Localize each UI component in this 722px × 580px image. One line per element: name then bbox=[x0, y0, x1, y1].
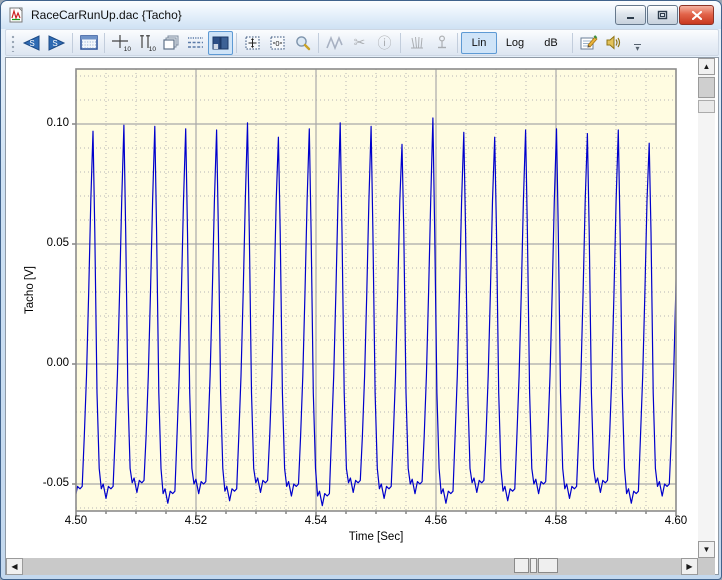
two-pane-icon bbox=[212, 36, 229, 50]
note-pen-icon bbox=[580, 35, 598, 51]
x-axis-title: Time [Sec] bbox=[76, 531, 676, 543]
scroll-right-icon: ▶ bbox=[686, 563, 692, 571]
app-document-icon bbox=[9, 7, 25, 23]
table-icon bbox=[80, 35, 98, 50]
toolbar: S S 10 bbox=[5, 29, 719, 56]
vertical-cursors-button[interactable]: 10 bbox=[133, 31, 158, 55]
single-display-button[interactable] bbox=[208, 31, 233, 55]
dashed-lines-icon bbox=[187, 36, 204, 49]
audio-replay-button[interactable] bbox=[601, 31, 626, 55]
scrollbar-corner bbox=[698, 558, 715, 575]
minimize-button[interactable] bbox=[615, 5, 646, 25]
zero-marquee-icon: 0 bbox=[269, 35, 286, 51]
toolbar-separator bbox=[572, 33, 573, 53]
prev-dataset-button[interactable]: S bbox=[19, 31, 44, 55]
data-grid-button[interactable] bbox=[76, 31, 101, 55]
x-tick-label: 4.56 bbox=[414, 515, 458, 527]
h-scroll-thumb[interactable] bbox=[514, 558, 558, 575]
lin-label: Lin bbox=[472, 37, 487, 49]
db-label: dB bbox=[544, 37, 557, 49]
arrow-right-s-icon: S bbox=[47, 35, 66, 51]
close-icon bbox=[692, 11, 702, 20]
log-scale-button[interactable]: Log bbox=[497, 32, 533, 54]
x-tick-label: 4.52 bbox=[174, 515, 218, 527]
x-tick-label: 4.58 bbox=[534, 515, 578, 527]
restore-icon bbox=[657, 10, 668, 20]
svg-text:S: S bbox=[29, 39, 34, 48]
overflow-chevron-icon: ▾ bbox=[635, 44, 639, 53]
cursor-badge: 10 bbox=[149, 47, 156, 53]
scroll-left-icon: ◀ bbox=[11, 563, 17, 571]
db-scale-button[interactable]: dB bbox=[533, 32, 569, 54]
horizontal-scrollbar[interactable]: ◀ ▶ bbox=[6, 558, 698, 575]
crosshair-cursor-button[interactable]: 10 bbox=[108, 31, 133, 55]
speaker-icon bbox=[605, 35, 622, 50]
svg-text:S: S bbox=[52, 39, 57, 48]
scissors-icon: ✂ bbox=[354, 34, 366, 51]
toolbar-separator bbox=[400, 33, 401, 53]
info-button[interactable]: ⓘ bbox=[372, 31, 397, 55]
scroll-right-button[interactable]: ▶ bbox=[681, 558, 698, 575]
mdi-child-window: RaceCarRunUp.dac {Tacho} bbox=[0, 0, 722, 580]
y-tick-label: 0.00 bbox=[27, 357, 69, 369]
cursor-badge: 10 bbox=[124, 47, 131, 53]
toolbar-overflow-button[interactable]: ▾ bbox=[634, 44, 641, 52]
restore-button[interactable] bbox=[647, 5, 678, 25]
close-button[interactable] bbox=[679, 5, 714, 25]
toolbar-separator bbox=[104, 33, 105, 53]
v-scroll-thumb[interactable] bbox=[698, 77, 715, 98]
probe-button[interactable] bbox=[429, 31, 454, 55]
arrow-left-s-icon: S bbox=[22, 35, 41, 51]
info-icon: ⓘ bbox=[378, 33, 392, 53]
x-tick-label: 4.50 bbox=[54, 515, 98, 527]
toolbar-separator bbox=[72, 33, 73, 53]
x-tick-label: 4.60 bbox=[654, 515, 698, 527]
scroll-up-icon: ▲ bbox=[703, 63, 711, 71]
vertical-scrollbar[interactable]: ▲ ▼ bbox=[698, 58, 715, 558]
autoscale-zero-button[interactable]: 0 bbox=[265, 31, 290, 55]
scroll-down-button[interactable]: ▼ bbox=[698, 541, 715, 558]
scroll-left-button[interactable]: ◀ bbox=[6, 558, 23, 575]
expand-marquee-icon bbox=[244, 35, 261, 51]
y-tick-label: -0.05 bbox=[27, 477, 69, 489]
x-tick-label: 4.54 bbox=[294, 515, 338, 527]
annotate-button[interactable] bbox=[576, 31, 601, 55]
comb-icon bbox=[409, 36, 425, 50]
waveform-icon bbox=[326, 36, 343, 50]
svg-text:0: 0 bbox=[275, 39, 279, 48]
lin-scale-button[interactable]: Lin bbox=[461, 32, 497, 54]
cascade-panes-button[interactable] bbox=[158, 31, 183, 55]
toolbar-separator bbox=[457, 33, 458, 53]
magnifier-icon bbox=[294, 35, 311, 51]
comb-filter-button[interactable] bbox=[404, 31, 429, 55]
zoom-button[interactable] bbox=[290, 31, 315, 55]
toolbar-separator bbox=[318, 33, 319, 53]
scroll-down-icon: ▼ bbox=[703, 546, 711, 554]
next-dataset-button[interactable]: S bbox=[44, 31, 69, 55]
minimize-icon bbox=[626, 11, 636, 20]
window-title: RaceCarRunUp.dac {Tacho} bbox=[31, 8, 182, 22]
y-tick-label: 0.05 bbox=[27, 237, 69, 249]
titlebar[interactable]: RaceCarRunUp.dac {Tacho} bbox=[1, 1, 721, 29]
waveform-edit-button[interactable] bbox=[322, 31, 347, 55]
scroll-up-button[interactable]: ▲ bbox=[698, 58, 715, 75]
cascade-icon bbox=[162, 35, 179, 50]
v-scroll-thumb-extension[interactable] bbox=[698, 100, 715, 113]
toolbar-separator bbox=[236, 33, 237, 53]
cut-button[interactable]: ✂ bbox=[347, 31, 372, 55]
y-axis-title: Tacho [V] bbox=[24, 266, 36, 314]
toolbar-grip[interactable] bbox=[10, 34, 17, 52]
log-label: Log bbox=[506, 37, 524, 49]
y-tick-label: 0.10 bbox=[27, 117, 69, 129]
expand-scale-button[interactable] bbox=[240, 31, 265, 55]
dashed-traces-button[interactable] bbox=[183, 31, 208, 55]
probe-icon bbox=[435, 35, 449, 50]
plot-area[interactable] bbox=[71, 64, 683, 519]
